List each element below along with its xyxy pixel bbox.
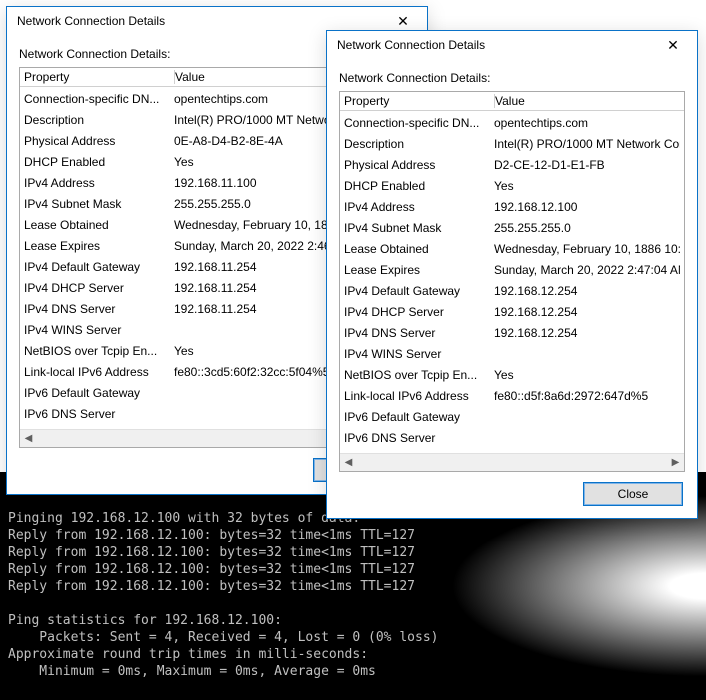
value-cell: opentechtips.com xyxy=(494,115,680,132)
scroll-left-icon[interactable]: ◀ xyxy=(340,454,357,471)
column-property[interactable]: Property xyxy=(344,94,495,108)
column-property[interactable]: Property xyxy=(24,70,175,84)
value-cell: Intel(R) PRO/1000 MT Network Connecti xyxy=(494,136,680,153)
value-cell xyxy=(494,430,680,447)
property-cell: IPv4 Default Gateway xyxy=(344,283,494,300)
property-cell: Link-local IPv6 Address xyxy=(24,364,174,381)
value-cell: 255.255.255.0 xyxy=(494,220,680,237)
horizontal-scrollbar[interactable]: ◀ ▶ xyxy=(340,453,684,471)
property-cell: IPv6 DNS Server xyxy=(344,430,494,447)
window-title: Network Connection Details xyxy=(337,38,653,52)
table-row[interactable]: IPv4 Subnet Mask255.255.255.0 xyxy=(340,218,684,239)
list-rows-2: Connection-specific DN...opentechtips.co… xyxy=(340,111,684,449)
table-row[interactable]: IPv4 DHCP Server192.168.12.254 xyxy=(340,302,684,323)
property-cell: IPv6 Default Gateway xyxy=(24,385,174,402)
property-cell: IPv4 DHCP Server xyxy=(24,280,174,297)
property-cell: Physical Address xyxy=(24,133,174,150)
property-cell: Lease Expires xyxy=(344,262,494,279)
value-cell: D2-CE-12-D1-E1-FB xyxy=(494,157,680,174)
value-cell: 192.168.12.254 xyxy=(494,325,680,342)
property-cell: Connection-specific DN... xyxy=(24,91,174,108)
table-row[interactable]: Lease ObtainedWednesday, February 10, 18… xyxy=(340,239,684,260)
close-button[interactable]: Close xyxy=(583,482,683,506)
window-title: Network Connection Details xyxy=(17,14,383,28)
subheader: Network Connection Details: xyxy=(339,71,685,85)
table-row[interactable]: IPv4 WINS Server xyxy=(340,344,684,365)
value-cell: fe80::d5f:8a6d:2972:647d%5 xyxy=(494,388,680,405)
value-cell: 192.168.12.254 xyxy=(494,304,680,321)
table-row[interactable]: Connection-specific DN...opentechtips.co… xyxy=(340,113,684,134)
property-cell: NetBIOS over Tcpip En... xyxy=(24,343,174,360)
value-cell xyxy=(494,409,680,426)
property-cell: Connection-specific DN... xyxy=(344,115,494,132)
property-cell: NetBIOS over Tcpip En... xyxy=(344,367,494,384)
property-cell: IPv6 Default Gateway xyxy=(344,409,494,426)
list-header: Property Value xyxy=(340,92,684,111)
value-cell: Sunday, March 20, 2022 2:47:04 AM xyxy=(494,262,680,279)
property-cell: IPv4 DHCP Server xyxy=(344,304,494,321)
property-cell: Description xyxy=(24,112,174,129)
value-cell: 192.168.12.100 xyxy=(494,199,680,216)
titlebar[interactable]: Network Connection Details ✕ xyxy=(327,31,697,59)
property-cell: Lease Obtained xyxy=(24,217,174,234)
property-cell: Description xyxy=(344,136,494,153)
value-cell: Yes xyxy=(494,367,680,384)
table-row[interactable]: DHCP EnabledYes xyxy=(340,176,684,197)
value-cell xyxy=(494,346,680,363)
network-details-dialog-2: Network Connection Details ✕ Network Con… xyxy=(326,30,698,519)
table-row[interactable]: IPv6 Default Gateway xyxy=(340,407,684,428)
scroll-right-icon[interactable]: ▶ xyxy=(667,454,684,471)
table-row[interactable]: IPv4 DNS Server192.168.12.254 xyxy=(340,323,684,344)
table-row[interactable]: Physical AddressD2-CE-12-D1-E1-FB xyxy=(340,155,684,176)
table-row[interactable]: DescriptionIntel(R) PRO/1000 MT Network … xyxy=(340,134,684,155)
property-cell: IPv4 Address xyxy=(24,175,174,192)
property-cell: IPv6 DNS Server xyxy=(24,406,174,423)
table-row[interactable]: IPv4 Address192.168.12.100 xyxy=(340,197,684,218)
table-row[interactable]: NetBIOS over Tcpip En...Yes xyxy=(340,365,684,386)
scroll-left-icon[interactable]: ◀ xyxy=(20,430,37,447)
property-cell: DHCP Enabled xyxy=(24,154,174,171)
column-value[interactable]: Value xyxy=(495,94,680,108)
property-cell: IPv4 DNS Server xyxy=(344,325,494,342)
property-cell: IPv4 Default Gateway xyxy=(24,259,174,276)
property-cell: DHCP Enabled xyxy=(344,178,494,195)
property-cell: Lease Expires xyxy=(24,238,174,255)
property-cell: Link-local IPv6 Address xyxy=(344,388,494,405)
table-row[interactable]: IPv6 DNS Server xyxy=(340,428,684,449)
property-cell: IPv4 WINS Server xyxy=(344,346,494,363)
property-cell: Lease Obtained xyxy=(344,241,494,258)
property-cell: IPv4 WINS Server xyxy=(24,322,174,339)
value-cell: Yes xyxy=(494,178,680,195)
table-row[interactable]: IPv4 Default Gateway192.168.12.254 xyxy=(340,281,684,302)
details-list[interactable]: Property Value Connection-specific DN...… xyxy=(339,91,685,472)
value-cell: Wednesday, February 10, 1886 10:18:49 xyxy=(494,241,680,258)
table-row[interactable]: Link-local IPv6 Addressfe80::d5f:8a6d:29… xyxy=(340,386,684,407)
property-cell: IPv4 DNS Server xyxy=(24,301,174,318)
property-cell: Physical Address xyxy=(344,157,494,174)
property-cell: IPv4 Subnet Mask xyxy=(24,196,174,213)
value-cell: 192.168.12.254 xyxy=(494,283,680,300)
close-icon[interactable]: ✕ xyxy=(653,32,693,58)
property-cell: IPv4 Address xyxy=(344,199,494,216)
property-cell: IPv4 Subnet Mask xyxy=(344,220,494,237)
table-row[interactable]: Lease ExpiresSunday, March 20, 2022 2:47… xyxy=(340,260,684,281)
